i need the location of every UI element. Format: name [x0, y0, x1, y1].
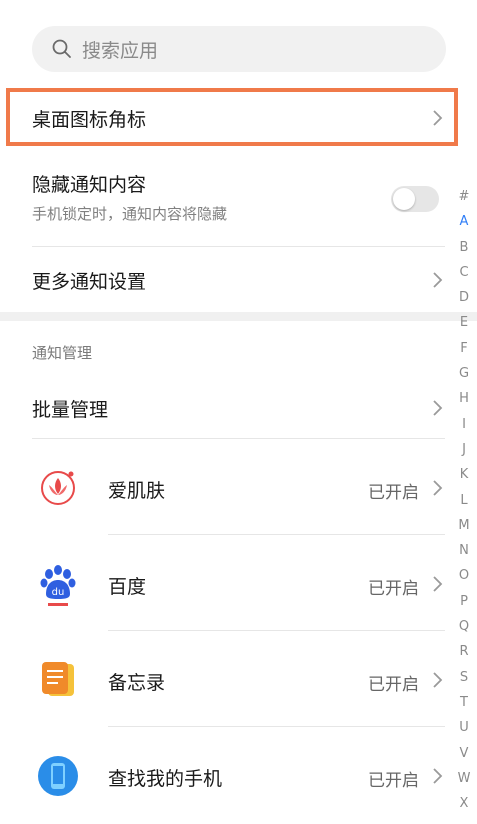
more-settings-label: 更多通知设置: [32, 270, 147, 293]
alphabet-letter[interactable]: G: [456, 361, 472, 386]
section-header: 通知管理: [32, 344, 93, 362]
notes-app-icon: [34, 656, 82, 704]
alphabet-letter[interactable]: X: [456, 791, 472, 816]
alphabet-letter[interactable]: D: [456, 285, 472, 310]
alphabet-letter[interactable]: E: [456, 310, 472, 335]
alphabet-letter[interactable]: T: [456, 690, 472, 715]
chevron-right-icon: [431, 669, 445, 691]
list-item[interactable]: du 百度 已开启: [32, 536, 445, 632]
alphabet-letter[interactable]: A: [456, 209, 472, 234]
alphabet-letter[interactable]: O: [456, 563, 472, 588]
alphabet-letter[interactable]: V: [456, 741, 472, 766]
alphabet-letter[interactable]: H: [456, 386, 472, 411]
alphabet-letter[interactable]: C: [456, 260, 472, 285]
find-phone-icon: [34, 752, 82, 800]
alphabet-letter[interactable]: Q: [456, 614, 472, 639]
list-item[interactable]: 查找我的手机 已开启: [32, 728, 445, 824]
search-bar[interactable]: 搜索应用: [32, 26, 446, 72]
alphabet-letter[interactable]: J: [456, 437, 472, 462]
svg-text:du: du: [52, 587, 65, 598]
divider: [108, 630, 445, 631]
lotus-app-icon: [34, 464, 82, 512]
alphabet-index[interactable]: # A B C D E F G H I J K L M N O P Q R S T U V W X: [456, 184, 472, 816]
alphabet-letter[interactable]: U: [456, 715, 472, 740]
divider: [32, 246, 445, 247]
alphabet-letter[interactable]: L: [456, 488, 472, 513]
app-status: 已开启: [368, 675, 419, 695]
desktop-badge-row[interactable]: 桌面图标角标: [32, 98, 445, 138]
search-placeholder: 搜索应用: [82, 39, 159, 62]
chevron-right-icon: [431, 477, 445, 499]
app-status: 已开启: [368, 579, 419, 599]
app-name: 查找我的手机: [108, 768, 223, 790]
alphabet-letter[interactable]: I: [456, 412, 472, 437]
batch-manage-label: 批量管理: [32, 398, 109, 421]
divider: [108, 726, 445, 727]
baidu-paw-icon: du: [34, 560, 82, 608]
app-name: 备忘录: [108, 672, 166, 694]
alphabet-letter[interactable]: #: [456, 184, 472, 209]
alphabet-letter[interactable]: K: [456, 462, 472, 487]
alphabet-letter[interactable]: R: [456, 639, 472, 664]
search-icon: [52, 39, 71, 58]
section-gap: [0, 312, 477, 321]
app-status: 已开启: [368, 771, 419, 791]
divider: [32, 438, 445, 439]
hide-content-row: 隐藏通知内容 手机锁定时，通知内容将隐藏: [32, 170, 445, 230]
alphabet-letter[interactable]: M: [456, 513, 472, 538]
alphabet-letter[interactable]: B: [456, 235, 472, 260]
chevron-right-icon: [431, 107, 445, 129]
list-item[interactable]: 爱肌肤 已开启: [32, 440, 445, 536]
hide-content-label: 隐藏通知内容: [32, 174, 147, 196]
hide-content-subtitle: 手机锁定时，通知内容将隐藏: [32, 205, 228, 223]
app-status: 已开启: [368, 483, 419, 503]
desktop-badge-label: 桌面图标角标: [32, 108, 147, 131]
list-item[interactable]: 备忘录 已开启: [32, 632, 445, 728]
batch-manage-row[interactable]: 批量管理: [32, 386, 445, 430]
alphabet-letter[interactable]: F: [456, 336, 472, 361]
chevron-right-icon: [431, 397, 445, 419]
hide-content-toggle[interactable]: [391, 186, 439, 212]
more-settings-row[interactable]: 更多通知设置: [32, 258, 445, 302]
app-name: 爱肌肤: [108, 480, 166, 502]
divider: [108, 534, 445, 535]
alphabet-letter[interactable]: W: [456, 766, 472, 791]
alphabet-letter[interactable]: N: [456, 538, 472, 563]
app-name: 百度: [108, 576, 147, 598]
alphabet-letter[interactable]: S: [456, 665, 472, 690]
alphabet-letter[interactable]: P: [456, 589, 472, 614]
toggle-knob: [393, 188, 415, 210]
chevron-right-icon: [431, 269, 445, 291]
chevron-right-icon: [431, 573, 445, 595]
chevron-right-icon: [431, 765, 445, 787]
